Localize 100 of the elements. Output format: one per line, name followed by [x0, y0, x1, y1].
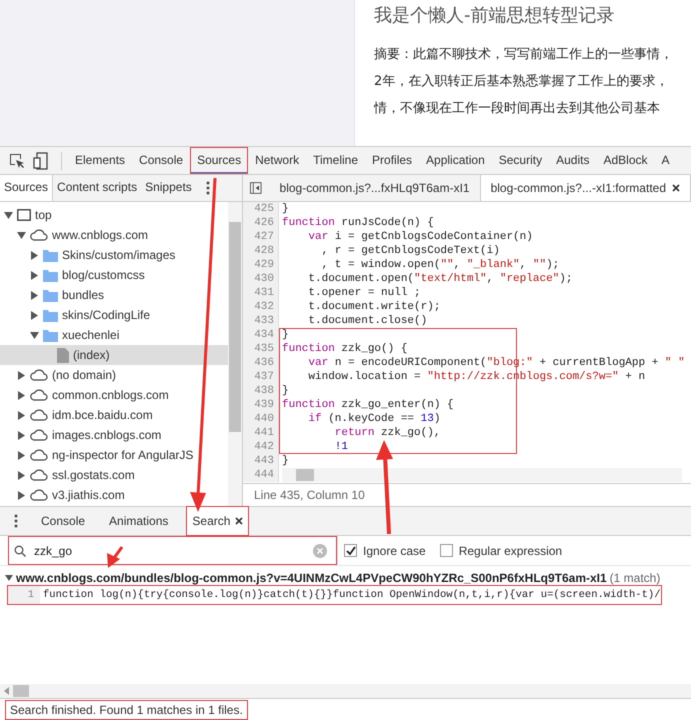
tree-item[interactable]: top	[0, 205, 228, 225]
tree-item[interactable]: idm.bce.baidu.com	[0, 405, 228, 425]
tree-item[interactable]: blog/customcss	[0, 265, 228, 285]
line-number: 434	[243, 328, 279, 342]
editor-tab[interactable]: blog-common.js?...-xI1:formatted	[480, 175, 691, 201]
more-icon[interactable]	[206, 181, 210, 195]
code-line: !1	[334, 440, 348, 454]
expanded-triangle-icon[interactable]	[30, 330, 39, 340]
close-icon[interactable]	[235, 517, 244, 525]
collapsed-triangle-icon[interactable]	[17, 430, 26, 440]
drawer-tab[interactable]: Console	[36, 507, 90, 535]
tree-item[interactable]: xuechenlei	[0, 325, 228, 345]
collapsed-triangle-icon[interactable]	[17, 470, 26, 480]
folder-icon	[43, 328, 58, 342]
collapsed-triangle-icon[interactable]	[17, 390, 26, 400]
tree-item[interactable]: images.cnblogs.com	[0, 425, 228, 445]
line-number: 437	[243, 370, 279, 384]
tree-item[interactable]: bundles	[0, 285, 228, 305]
sidebar-toggle-icon[interactable]	[250, 181, 262, 195]
collapsed-triangle-icon[interactable]	[17, 410, 26, 420]
line-number: 429	[243, 258, 279, 272]
cloud-icon	[30, 389, 48, 401]
line-number: 431	[243, 286, 279, 300]
panel-tab[interactable]: AdBlock	[596, 147, 654, 174]
panel-tab[interactable]: Console	[132, 147, 190, 174]
collapsed-triangle-icon[interactable]	[30, 250, 39, 260]
panel-tab[interactable]: Application	[419, 147, 492, 174]
search-field[interactable]: zzk_go	[32, 542, 307, 558]
article-summary-line: 情，不像现在工作一段时间再出去到其他公司基本	[374, 100, 661, 118]
result-file-path[interactable]: www.cnblogs.com/bundles/blog-common.js?v=4UINMzCwL4PVpeCW90hYZRc_S00nP6fxHLq9T6am-xI1	[16, 571, 607, 585]
panel-tab[interactable]: Timeline	[306, 147, 366, 174]
code-line: function zzk_go_enter(n) {	[281, 398, 454, 412]
scroll-left-icon[interactable]	[4, 687, 9, 695]
panel-tab[interactable]: A	[654, 147, 677, 174]
collapsed-triangle-icon[interactable]	[30, 310, 39, 320]
cursor-position: Line 435, Column 10	[243, 483, 691, 506]
scrollbar-thumb[interactable]	[13, 685, 29, 697]
code-line: }	[281, 384, 289, 398]
scrollbar[interactable]	[282, 468, 682, 482]
scrollbar[interactable]	[0, 684, 691, 698]
tree-item[interactable]: skins/CodingLife	[0, 305, 228, 325]
drawer-tab[interactable]: Search	[187, 507, 248, 535]
more-icon[interactable]	[14, 514, 18, 528]
tree-item[interactable]: ssl.gostats.com	[0, 465, 228, 485]
panel-tab[interactable]: Elements	[68, 147, 132, 174]
cloud-icon	[30, 409, 48, 421]
tree-item[interactable]: (index)	[0, 345, 228, 365]
cloud-icon	[30, 489, 48, 501]
code-line: t.document.open("text/html", "replace");	[307, 272, 572, 286]
navigator-tab[interactable]: Sources	[0, 175, 54, 201]
frame-icon	[17, 209, 31, 221]
search-match[interactable]: 1 function log(n){try{console.log(n)}catch(t){}}function OpenWindow(n,t,i,r){var u=(screen.width-t)/	[8, 586, 661, 604]
line-number: 426	[243, 216, 279, 230]
article-summary-line: 2年，在入职转正后基本熟悉掌握了工作上的要求，	[374, 73, 670, 91]
tree-item[interactable]: ng-inspector for AngularJS	[0, 445, 228, 465]
line-number: 433	[243, 314, 279, 328]
status-message: Search finished. Found 1 matches in 1 files.	[6, 700, 247, 718]
cloud-icon	[30, 369, 48, 381]
expanded-triangle-icon[interactable]	[4, 210, 13, 220]
navigator-tab[interactable]: Content scripts	[53, 175, 142, 201]
scrollbar[interactable]	[228, 202, 242, 506]
line-number: 436	[243, 356, 279, 370]
collapsed-triangle-icon[interactable]	[30, 290, 39, 300]
match-count: (1 match)	[610, 571, 660, 585]
expanded-triangle-icon[interactable]	[5, 574, 13, 582]
tree-item[interactable]: Skins/custom/images	[0, 245, 228, 265]
regex-checkbox[interactable]: Regular expression	[440, 544, 562, 558]
folder-icon	[43, 248, 58, 262]
panel-tab[interactable]: Network	[248, 147, 306, 174]
panel-tab[interactable]: Audits	[549, 147, 596, 174]
article-summary-line: 摘要：此篇不聊技术，写写前端工作上的一些事情，	[374, 46, 674, 64]
cloud-icon	[30, 229, 48, 241]
folder-icon	[43, 268, 58, 282]
navigator-tab[interactable]: Snippets	[141, 175, 196, 201]
cloud-icon	[30, 469, 48, 481]
collapsed-triangle-icon[interactable]	[17, 450, 26, 460]
panel-tab[interactable]: Profiles	[365, 147, 420, 174]
inspect-icon[interactable]	[9, 152, 25, 168]
tree-item[interactable]: common.cnblogs.com	[0, 385, 228, 405]
line-number: 428	[243, 244, 279, 258]
scrollbar-thumb[interactable]	[296, 469, 314, 481]
collapsed-triangle-icon[interactable]	[17, 370, 26, 380]
ignore-case-checkbox[interactable]: Ignore case	[344, 544, 426, 558]
code-line: }	[281, 454, 289, 468]
close-icon[interactable]	[672, 184, 680, 192]
panel-tab[interactable]: Sources	[190, 147, 248, 174]
scrollbar-thumb[interactable]	[229, 222, 241, 432]
drawer-tab[interactable]: Animations	[104, 507, 174, 535]
tree-item[interactable]: (no domain)	[0, 365, 228, 385]
device-icon[interactable]	[33, 152, 49, 170]
expanded-triangle-icon[interactable]	[17, 230, 26, 240]
collapsed-triangle-icon[interactable]	[17, 490, 26, 500]
collapsed-triangle-icon[interactable]	[30, 270, 39, 280]
line-number: 443	[243, 454, 279, 468]
panel-tab[interactable]: Security	[492, 147, 550, 174]
line-number: 430	[243, 272, 279, 286]
code-line: var i = getCnblogsCodeContainer(n)	[307, 230, 533, 244]
code-line: t.opener = null ;	[307, 286, 421, 300]
tree-item[interactable]: v3.jiathis.com	[0, 485, 228, 505]
tree-item[interactable]: www.cnblogs.com	[0, 225, 228, 245]
